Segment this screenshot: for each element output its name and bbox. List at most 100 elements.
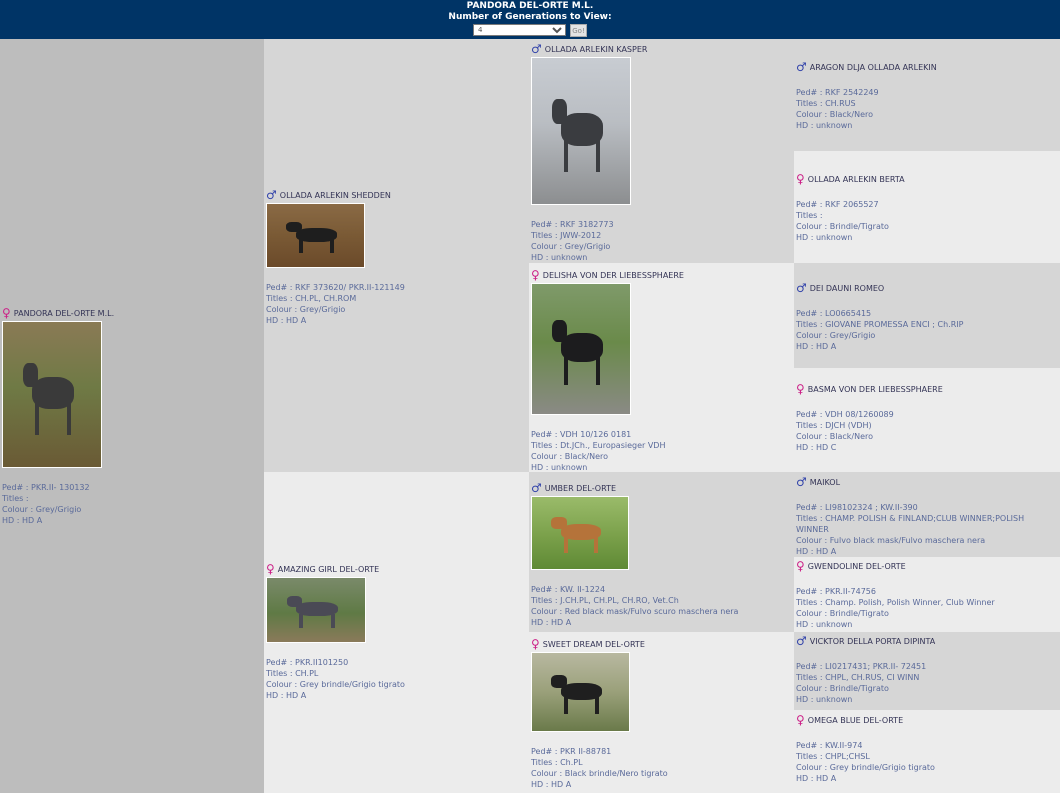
colour-value: Fulvo black mask/Fulvo maschera nera [829, 536, 986, 545]
titles-line: Titles : Champ. Polish, Polish Winner, C… [796, 597, 1051, 608]
dog-info: Ped# : RKF 373620/ PKR.II-121149 Titles :… [266, 282, 405, 326]
dog-entry-delisha: ♀ DELISHA VON DER LIEBESSPHAERE Ped# : VDH… [531, 269, 684, 473]
go-button[interactable]: Go! [570, 24, 587, 37]
ped-value: RKF 2542249 [825, 88, 879, 97]
dog-name-link[interactable]: DEI DAUNI ROMEO [810, 284, 884, 294]
ped-value: VDH 08/1260089 [825, 410, 894, 419]
titles-line: Titles : DJCH (VDH) [796, 420, 1051, 431]
dog-name-row: ♀ OLLADA ARLEKIN BERTA [796, 173, 1051, 185]
generations-select[interactable]: 4 [473, 24, 566, 36]
dog-photo[interactable] [531, 283, 631, 415]
page-header: PANDORA DEL-ORTE M.L. Number of Generati… [0, 0, 1060, 39]
gen4-cell-5: ♂ MAIKOL Ped# : LI98102324 ; KW.II-390 Titl… [794, 472, 1060, 557]
hd-line: HD : HD A [2, 515, 114, 526]
dog-photo[interactable] [531, 57, 631, 205]
dog-name-link[interactable]: OLLADA ARLEKIN BERTA [808, 175, 905, 185]
titles-label: Titles : [796, 320, 826, 329]
gen3-cell-3: ♂ UMBER DEL-ORTE Ped# : KW. II-1224 Titles … [529, 472, 794, 632]
dog-name-link[interactable]: DELISHA VON DER LIEBESSPHAERE [543, 271, 684, 281]
titles-label: Titles : [266, 669, 296, 678]
dog-name-link[interactable]: PANDORA DEL-ORTE M.L. [14, 309, 114, 319]
ped-label: Ped# : [531, 747, 561, 756]
dog-info: Ped# : PKR.II101250 Titles : CH.PL Colour … [266, 657, 405, 701]
dog-name-link[interactable]: OLLADA ARLEKIN SHEDDEN [280, 191, 391, 201]
dog-entry-basma: ♀ BASMA VON DER LIEBESSPHAERE Ped# : VDH 0… [796, 383, 1051, 453]
dog-silhouette-legs [564, 139, 600, 172]
hd-value: HD A [815, 774, 837, 783]
colour-value: Black brindle/Nero tigrato [564, 769, 668, 778]
gen4-cell-7: ♂ VICKTOR DELLA PORTA DIPINTA Ped# : LI021… [794, 632, 1060, 710]
hd-value: HD A [550, 780, 572, 789]
dog-name-row: ♀ BASMA VON DER LIEBESSPHAERE [796, 383, 1051, 395]
colour-label: Colour : [531, 242, 565, 251]
dog-photo[interactable] [531, 496, 629, 570]
hd-label: HD : [796, 774, 816, 783]
titles-label: Titles : [796, 99, 826, 108]
dog-name-link[interactable]: MAIKOL [810, 478, 840, 488]
colour-line: Colour : Brindle/Tigrato [796, 221, 1051, 232]
dog-name-link[interactable]: SWEET DREAM DEL-ORTE [543, 640, 645, 650]
dog-info: Ped# : RKF 2065527 Titles : Colour : Brin… [796, 199, 1051, 243]
ped-line: Ped# : RKF 3182773 [531, 219, 647, 230]
dog-name-link[interactable]: OMEGA BLUE DEL-ORTE [808, 716, 903, 726]
hd-line: HD : HD A [796, 341, 1051, 352]
hd-value: unknown [550, 463, 588, 472]
ped-line: Ped# : VDH 08/1260089 [796, 409, 1051, 420]
hd-label: HD : [796, 620, 816, 629]
dog-info: Ped# : RKF 2542249 Titles : CH.RUS Colour … [796, 87, 1051, 131]
titles-value: CH.PL [295, 669, 319, 678]
gen3-cell-4: ♀ SWEET DREAM DEL-ORTE Ped# : PKR II-88781… [529, 632, 794, 793]
dog-photo[interactable] [2, 321, 102, 468]
dog-name-link[interactable]: OLLADA ARLEKIN KASPER [545, 45, 648, 55]
ped-line: Ped# : RKF 373620/ PKR.II-121149 [266, 282, 405, 293]
ped-line: Ped# : RKF 2065527 [796, 199, 1051, 210]
colour-value: Grey/Grigio [564, 242, 611, 251]
dog-name-link[interactable]: AMAZING GIRL DEL-ORTE [278, 565, 379, 575]
dog-info: Ped# : LO0665415 Titles : GIOVANE PROMESS… [796, 308, 1051, 352]
colour-line: Colour : Black brindle/Nero tigrato [531, 768, 668, 779]
ped-label: Ped# : [266, 283, 296, 292]
titles-line: Titles : Dt.JCh., Europasieger VDH [531, 440, 684, 451]
dog-photo[interactable] [266, 203, 365, 268]
ped-line: Ped# : PKR.II-74756 [796, 586, 1051, 597]
dog-name-row: ♂ UMBER DEL-ORTE [531, 482, 738, 494]
hd-value: unknown [815, 121, 853, 130]
hd-line: HD : HD A [796, 546, 1051, 557]
dog-name-row: ♀ OMEGA BLUE DEL-ORTE [796, 714, 1051, 726]
ped-value: LO0665415 [825, 309, 872, 318]
titles-line: Titles : CH.PL [266, 668, 405, 679]
female-symbol-icon: ♀ [266, 562, 275, 576]
gen1-cell: ♀ PANDORA DEL-ORTE M.L. Ped# : PKR.II- 130… [0, 39, 264, 793]
gen4-cell-1: ♂ ARAGON DLJA OLLADA ARLEKIN Ped# : RKF 25… [794, 39, 1060, 151]
dog-photo[interactable] [531, 652, 630, 732]
dog-name-row: ♂ MAIKOL [796, 476, 1051, 488]
dog-name-link[interactable]: BASMA VON DER LIEBESSPHAERE [808, 385, 943, 395]
hd-label: HD : [266, 691, 286, 700]
dog-name-link[interactable]: UMBER DEL-ORTE [545, 484, 616, 494]
ped-line: Ped# : LO0665415 [796, 308, 1051, 319]
hd-value: unknown [815, 233, 853, 242]
dog-photo[interactable] [266, 577, 366, 643]
colour-value: Grey/Grigio [35, 505, 82, 514]
hd-line: HD : HD A [266, 690, 405, 701]
colour-label: Colour : [531, 769, 565, 778]
titles-line: Titles : CHPL;CHSL [796, 751, 1051, 762]
colour-line: Colour : Grey/Grigio [2, 504, 114, 515]
generations-label: Number of Generations to View: [448, 12, 612, 22]
dog-name-link[interactable]: GWENDOLINE DEL-ORTE [808, 562, 906, 572]
dog-name-link[interactable]: ARAGON DLJA OLLADA ARLEKIN [810, 63, 937, 73]
hd-line: HD : unknown [796, 694, 1051, 705]
dog-name-link[interactable]: VICKTOR DELLA PORTA DIPINTA [810, 637, 935, 647]
gen4-cell-8: ♀ OMEGA BLUE DEL-ORTE Ped# : KW.II-974 Titl… [794, 710, 1060, 793]
ped-value: RKF 3182773 [560, 220, 614, 229]
ped-value: RKF 2065527 [825, 200, 879, 209]
dog-silhouette-legs [299, 613, 335, 628]
colour-line: Colour : Grey/Grigio [796, 330, 1051, 341]
titles-value: Dt.JCh., Europasieger VDH [560, 441, 666, 450]
female-symbol-icon: ♀ [531, 268, 540, 282]
hd-label: HD : [796, 233, 816, 242]
ped-label: Ped# : [266, 658, 296, 667]
colour-line: Colour : Brindle/Tigrato [796, 608, 1051, 619]
gen3-cell-2: ♀ DELISHA VON DER LIEBESSPHAERE Ped# : VDH… [529, 263, 794, 472]
hd-value: unknown [815, 620, 853, 629]
